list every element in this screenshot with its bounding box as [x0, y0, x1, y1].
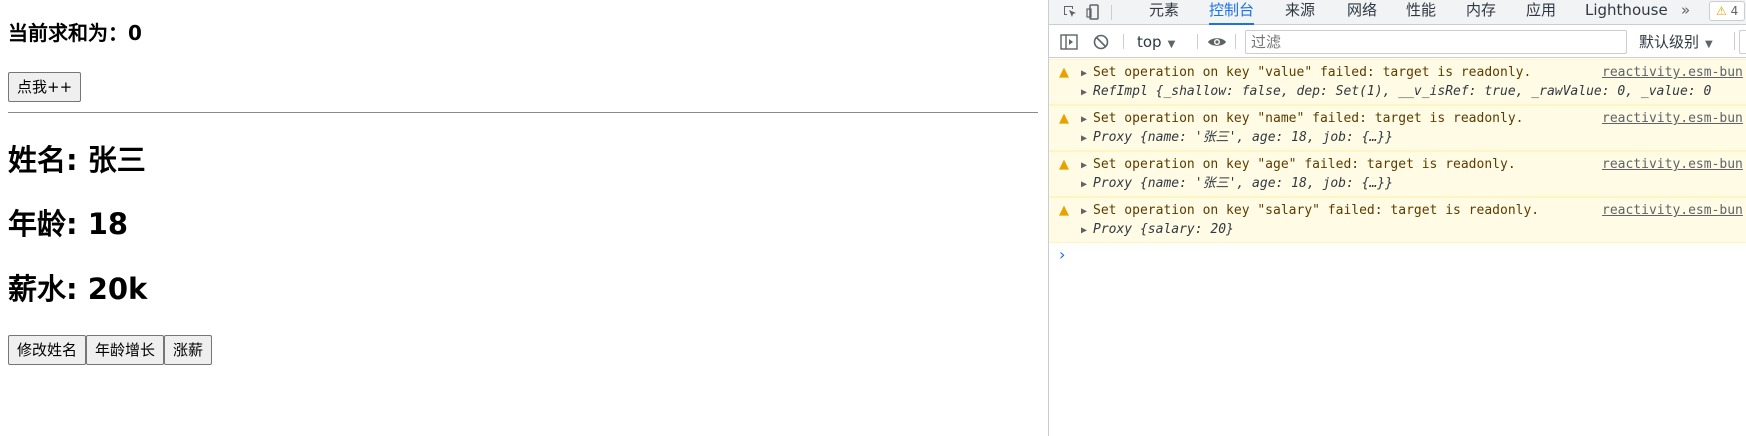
- clear-console-icon[interactable]: [1089, 31, 1113, 53]
- toolbar-separator: [1235, 34, 1236, 49]
- issues-button[interactable]: [1739, 30, 1746, 54]
- toolbar-separator: [1123, 34, 1124, 49]
- prompt-chevron-icon: ›: [1059, 245, 1066, 264]
- context-selector[interactable]: top ▼: [1137, 31, 1175, 53]
- tab-lighthouse[interactable]: Lighthouse: [1585, 0, 1668, 25]
- expand-triangle-icon[interactable]: ▶: [1081, 66, 1093, 82]
- age-heading: 年龄: 18: [8, 207, 129, 241]
- tab-network[interactable]: 网络: [1347, 0, 1377, 25]
- warning-text[interactable]: ▶ Set operation on key "salary" failed: t…: [1081, 203, 1539, 220]
- warning-text[interactable]: ▶ Set operation on key "age" failed: targ…: [1081, 157, 1516, 174]
- change-name-button[interactable]: 修改姓名: [8, 335, 87, 365]
- source-link[interactable]: reactivity.esm-bun: [1602, 157, 1743, 173]
- dropdown-arrow-icon: ▼: [1167, 39, 1176, 50]
- logged-object[interactable]: ▶ RefImpl {_shallow: false, dep: Set(1), …: [1081, 84, 1711, 101]
- warning-icon: ▲: [1059, 111, 1069, 126]
- sidebar-toggle-icon[interactable]: [1057, 31, 1081, 53]
- expand-triangle-icon[interactable]: ▶: [1081, 112, 1093, 128]
- tab-performance[interactable]: 性能: [1406, 0, 1436, 25]
- console-warning-row: ▲ ▶ Set operation on key "age" failed: ta…: [1049, 151, 1746, 197]
- source-link[interactable]: reactivity.esm-bun: [1602, 203, 1743, 219]
- warning-icon: ⚠: [1716, 4, 1727, 18]
- devtools-tabbar: 元素 控制台 来源 网络 性能 内存 应用 Lighthouse » ⚠ 4: [1049, 0, 1746, 25]
- object-preview: Proxy {name: '张三', age: 18, job: {…}}: [1093, 176, 1393, 191]
- warning-message: Set operation on key "age" failed: targe…: [1093, 157, 1516, 172]
- console-warning-row: ▲ ▶ Set operation on key "value" failed: …: [1049, 59, 1746, 105]
- tab-elements[interactable]: 元素: [1149, 0, 1179, 25]
- devtools-panel: 元素 控制台 来源 网络 性能 内存 应用 Lighthouse » ⚠ 4 t…: [1048, 0, 1746, 436]
- expand-triangle-icon[interactable]: ▶: [1081, 131, 1093, 147]
- object-preview: RefImpl {_shallow: false, dep: Set(1), _…: [1093, 84, 1712, 99]
- console-toolbar: top ▼ 默认级别 ▼: [1049, 26, 1746, 58]
- tab-console[interactable]: 控制台: [1209, 0, 1255, 25]
- increment-button[interactable]: 点我++: [8, 72, 82, 102]
- salary-heading: 薪水: 20k: [8, 272, 148, 306]
- live-expression-eye-icon[interactable]: [1205, 31, 1229, 53]
- warnings-count: 4: [1730, 4, 1739, 18]
- tab-memory[interactable]: 内存: [1466, 0, 1496, 25]
- console-warning-row: ▲ ▶ Set operation on key "salary" failed:…: [1049, 197, 1746, 243]
- warning-message: Set operation on key "value" failed: tar…: [1093, 65, 1532, 80]
- expand-triangle-icon[interactable]: ▶: [1081, 85, 1093, 101]
- tabbar-separator: [1111, 5, 1112, 20]
- object-preview: Proxy {name: '张三', age: 18, job: {…}}: [1093, 130, 1393, 145]
- toolbar-separator: [1734, 32, 1735, 50]
- warning-message: Set operation on key "salary" failed: ta…: [1093, 203, 1540, 218]
- filter-input[interactable]: [1245, 30, 1627, 54]
- console-warning-row: ▲ ▶ Set operation on key "name" failed: t…: [1049, 105, 1746, 151]
- more-tabs-icon[interactable]: »: [1681, 0, 1690, 25]
- log-level-label: 默认级别: [1639, 33, 1700, 51]
- logged-object[interactable]: ▶ Proxy {salary: 20}: [1081, 222, 1234, 239]
- logged-object[interactable]: ▶ Proxy {name: '张三', age: 18, job: {…}}: [1081, 130, 1393, 147]
- warning-text[interactable]: ▶ Set operation on key "value" failed: ta…: [1081, 65, 1531, 82]
- name-heading: 姓名: 张三: [8, 143, 146, 177]
- expand-triangle-icon[interactable]: ▶: [1081, 223, 1093, 239]
- source-link[interactable]: reactivity.esm-bun: [1602, 111, 1743, 127]
- sum-text: 当前求和为：0: [8, 21, 142, 45]
- object-preview: Proxy {salary: 20}: [1093, 222, 1234, 237]
- inspect-element-icon[interactable]: [1059, 1, 1081, 23]
- expand-triangle-icon[interactable]: ▶: [1081, 158, 1093, 174]
- warning-icon: ▲: [1059, 65, 1069, 80]
- warnings-badge[interactable]: ⚠ 4: [1709, 1, 1746, 21]
- warning-text[interactable]: ▶ Set operation on key "name" failed: tar…: [1081, 111, 1523, 128]
- device-toolbar-icon[interactable]: [1083, 1, 1105, 23]
- source-link[interactable]: reactivity.esm-bun: [1602, 65, 1743, 81]
- warning-icon: ▲: [1059, 203, 1069, 218]
- app-page: 当前求和为：0 点我++ 姓名: 张三 年龄: 18 薪水: 20k 修改姓名 …: [0, 0, 1048, 436]
- console-messages: ▲ ▶ Set operation on key "value" failed: …: [1049, 59, 1746, 269]
- raise-salary-button[interactable]: 涨薪: [164, 335, 213, 365]
- expand-triangle-icon[interactable]: ▶: [1081, 204, 1093, 220]
- tab-sources[interactable]: 来源: [1285, 0, 1315, 25]
- log-level-selector[interactable]: 默认级别 ▼: [1639, 31, 1713, 53]
- toolbar-separator: [1197, 34, 1198, 49]
- console-prompt[interactable]: ›: [1049, 243, 1746, 269]
- horizontal-rule: [8, 112, 1038, 113]
- warning-message: Set operation on key "name" failed: targ…: [1093, 111, 1524, 126]
- expand-triangle-icon[interactable]: ▶: [1081, 177, 1093, 193]
- dropdown-arrow-icon: ▼: [1705, 39, 1713, 50]
- action-buttons: 修改姓名 年龄增长 涨薪: [8, 335, 213, 365]
- increase-age-button[interactable]: 年龄增长: [86, 335, 165, 365]
- logged-object[interactable]: ▶ Proxy {name: '张三', age: 18, job: {…}}: [1081, 176, 1393, 193]
- context-label: top: [1137, 33, 1162, 51]
- warning-icon: ▲: [1059, 157, 1069, 172]
- tab-application[interactable]: 应用: [1526, 0, 1556, 25]
